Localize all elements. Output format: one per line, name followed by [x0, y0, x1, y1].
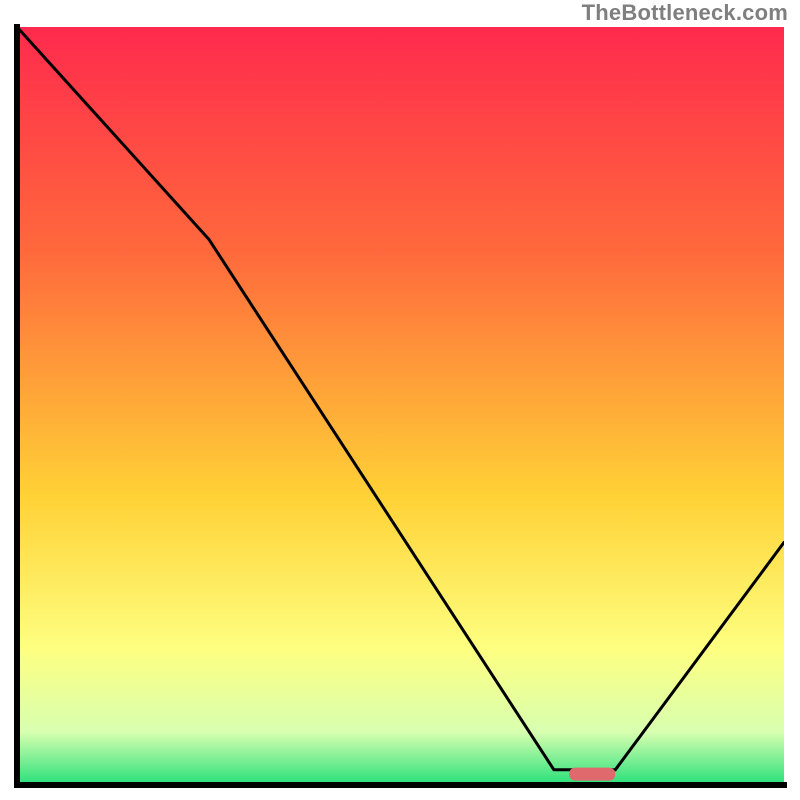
bottleneck-chart: [0, 0, 800, 800]
chart-canvas: TheBottleneck.com: [0, 0, 800, 800]
optimal-marker: [569, 768, 615, 781]
plot-background: [17, 27, 784, 785]
watermark-text: TheBottleneck.com: [582, 0, 788, 26]
